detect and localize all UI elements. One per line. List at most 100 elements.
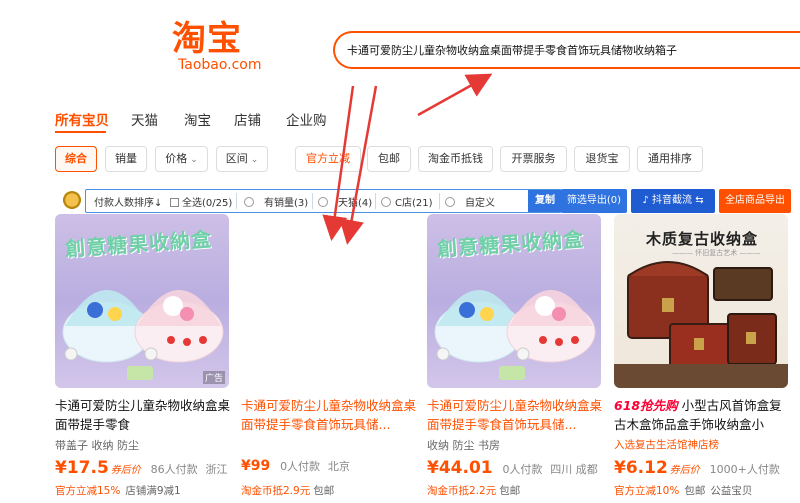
- radio-icon: [445, 197, 455, 207]
- c-shop-label: C店(21): [395, 198, 433, 209]
- sort-default-button[interactable]: 综合: [55, 146, 97, 172]
- tab-tmall[interactable]: 天猫: [131, 109, 158, 129]
- sort-price-label: 价格: [165, 152, 188, 165]
- sales-count: 1000+人付款: [709, 463, 780, 476]
- product-title[interactable]: 618抢先购 小型古风首饰盒复古木盒饰品盒手饰收纳盒小: [614, 396, 790, 434]
- tab-taobao[interactable]: 淘宝: [184, 109, 211, 129]
- invoice-label: 开票服务: [511, 152, 556, 165]
- douyin-label: 抖音截流: [652, 195, 692, 206]
- ad-badge: 广告: [202, 371, 225, 384]
- promo-row: 官方立减15% 店铺满9减1: [55, 483, 181, 498]
- coupon-label: 券后价: [110, 465, 141, 476]
- all-products-export-button[interactable]: 全店商品导出: [719, 189, 791, 213]
- radio-c-shop[interactable]: C店(21): [381, 194, 433, 209]
- invoice-filter[interactable]: 开票服务: [500, 146, 567, 172]
- free-shipping-label: 包邮: [378, 152, 400, 165]
- filter-export-button[interactable]: 筛选导出(0): [561, 189, 627, 213]
- product-image[interactable]: 創意糖果收納盒 广告: [55, 214, 229, 388]
- promo-row: 淘金币抵2.2元 包邮: [427, 483, 520, 498]
- radio-custom[interactable]: 自定义: [445, 194, 495, 209]
- product-card[interactable]: 木质复古收纳盒 ——— 怀旧复古艺术 ——— 618抢先购 小型古风首饰盒复古木…: [614, 214, 788, 503]
- ship-location: 四川 成都: [550, 463, 598, 476]
- wooden-box-illustration: [614, 261, 788, 388]
- toolbar-filter-group: 付款人数排序↓ 全选(0/25) 有销量(3) 天猫(4) C店(21) 自定义…: [85, 189, 584, 213]
- product-tags: 带盖子 收纳 防尘: [55, 439, 139, 452]
- promo-coin: 淘金币抵2.9元: [241, 485, 311, 497]
- tab-shops[interactable]: 店铺: [234, 109, 261, 129]
- return-insurance-filter[interactable]: 退货宝: [574, 146, 630, 172]
- annotation-arrow: [417, 73, 493, 117]
- tab-all-items[interactable]: 所有宝贝: [55, 109, 109, 129]
- sales-count: 0人付款: [280, 460, 321, 473]
- promo-discount: 官方立减10%: [614, 485, 680, 497]
- checkbox-icon: [170, 198, 179, 207]
- promo-row: 淘金币抵2.9元 包邮: [241, 483, 334, 498]
- free-shipping-filter[interactable]: 包邮: [367, 146, 411, 172]
- coin-discount-label: 淘金币抵钱: [428, 152, 483, 165]
- product-title[interactable]: 卡通可爱防尘儿童杂物收纳盒桌面带提手零食: [55, 396, 231, 434]
- product-price: ¥44.01: [427, 458, 493, 478]
- chevron-down-icon: ⌄: [190, 155, 198, 165]
- radio-tmall[interactable]: 天猫(4): [318, 194, 372, 209]
- promo-coin: 淘金币抵2.2元: [427, 485, 497, 497]
- product-card[interactable]: 卡通可爱防尘儿童杂物收纳盒桌面带提手零食首饰玩具储... ¥99 0人付款 北京…: [241, 214, 417, 503]
- custom-label: 自定义: [465, 198, 495, 209]
- price-row: ¥99 0人付款 北京: [241, 458, 350, 480]
- ship-location: 北京: [327, 460, 350, 473]
- promo-free-shipping: 包邮: [313, 485, 335, 497]
- tmall-label: 天猫(4): [338, 198, 373, 209]
- product-price: ¥6.12: [614, 458, 668, 478]
- divider: [439, 193, 440, 209]
- return-insurance-label: 退货宝: [585, 152, 619, 165]
- divider: [236, 193, 237, 209]
- product-card[interactable]: 創意糖果收納盒 广告 卡通可爱防尘儿童杂物收纳盒桌面带提手零食 带盖子 收纳 防…: [55, 214, 231, 503]
- charity-badge: 公益宝贝: [710, 485, 753, 497]
- price-range-dropdown[interactable]: 区间 ⌄: [216, 146, 268, 172]
- storage-box-illustration: [434, 290, 596, 380]
- price-row: ¥44.01 0人付款 四川 成都: [427, 458, 598, 480]
- product-image[interactable]: 木质复古收纳盒 ——— 怀旧复古艺术 ———: [614, 214, 788, 388]
- select-all-label: 全选(0/25): [182, 198, 233, 209]
- price-range-label: 区间: [225, 152, 248, 165]
- sort-default-label: 综合: [65, 152, 87, 165]
- plugin-toolbar: 付款人数排序↓ 全选(0/25) 有销量(3) 天猫(4) C店(21) 自定义…: [55, 189, 800, 213]
- active-tab-underline: [55, 131, 106, 133]
- logo-text-en: Taobao.com: [178, 57, 262, 73]
- sort-sales-label: 销量: [115, 152, 137, 165]
- radio-has-sales[interactable]: 有销量(3): [244, 194, 308, 209]
- general-sort-label: 通用排序: [648, 152, 692, 165]
- promo-618-badge: 618抢先购: [614, 398, 678, 413]
- logo-text-cn: 淘宝: [172, 19, 242, 59]
- general-sort-button[interactable]: 通用排序: [637, 146, 703, 172]
- sort-by-buyers-dropdown[interactable]: 付款人数排序↓: [94, 194, 162, 209]
- product-title[interactable]: 卡通可爱防尘儿童杂物收纳盒桌面带提手零食首饰玩具储...: [427, 396, 603, 434]
- sales-count: 86人付款: [150, 463, 198, 476]
- sort-sales-button[interactable]: 销量: [105, 146, 147, 172]
- sales-count: 0人付款: [502, 463, 543, 476]
- search-query-text: 卡通可爱防尘儿童杂物收纳盒桌面带提手零食首饰玩具储物收纳箱子: [347, 44, 677, 57]
- product-price: ¥17.5: [55, 458, 109, 478]
- taobao-logo[interactable]: 淘宝 Taobao.com: [172, 20, 262, 72]
- promo-free-shipping: 包邮: [499, 485, 521, 497]
- sort-price-dropdown[interactable]: 价格 ⌄: [155, 146, 208, 172]
- official-discount-label: 官方立减: [306, 152, 350, 165]
- product-image[interactable]: [241, 214, 415, 388]
- radio-icon: [244, 197, 254, 207]
- coin-discount-filter[interactable]: 淘金币抵钱: [418, 146, 493, 172]
- price-row: ¥17.5 券后价 86人付款 浙江: [55, 458, 227, 480]
- search-input[interactable]: 卡通可爱防尘儿童杂物收纳盒桌面带提手零食首饰玩具储物收纳箱子: [333, 31, 800, 69]
- ship-location: 浙江: [205, 463, 228, 476]
- official-discount-filter[interactable]: 官方立减: [295, 146, 361, 172]
- copy-button[interactable]: 复制: [528, 190, 562, 212]
- divider: [312, 193, 313, 209]
- swap-icon: ⇆: [695, 195, 704, 206]
- shop-ranking[interactable]: 入选复古生活馆神店榜: [614, 437, 719, 452]
- select-all-checkbox[interactable]: 全选(0/25): [170, 194, 232, 209]
- product-image[interactable]: 創意糖果收納盒: [427, 214, 601, 388]
- tab-enterprise[interactable]: 企业购: [286, 109, 327, 129]
- douyin-intercept-button[interactable]: ♪ 抖音截流 ⇆: [631, 189, 715, 213]
- divider: [375, 193, 376, 209]
- promo-row: 官方立减10% 包邮 公益宝贝: [614, 483, 752, 498]
- product-title[interactable]: 卡通可爱防尘儿童杂物收纳盒桌面带提手零食首饰玩具储...: [241, 396, 417, 434]
- product-card[interactable]: 創意糖果收納盒 卡通可爱防尘儿童杂物收纳盒桌面带提手零食首饰玩具储... 收纳 …: [427, 214, 603, 503]
